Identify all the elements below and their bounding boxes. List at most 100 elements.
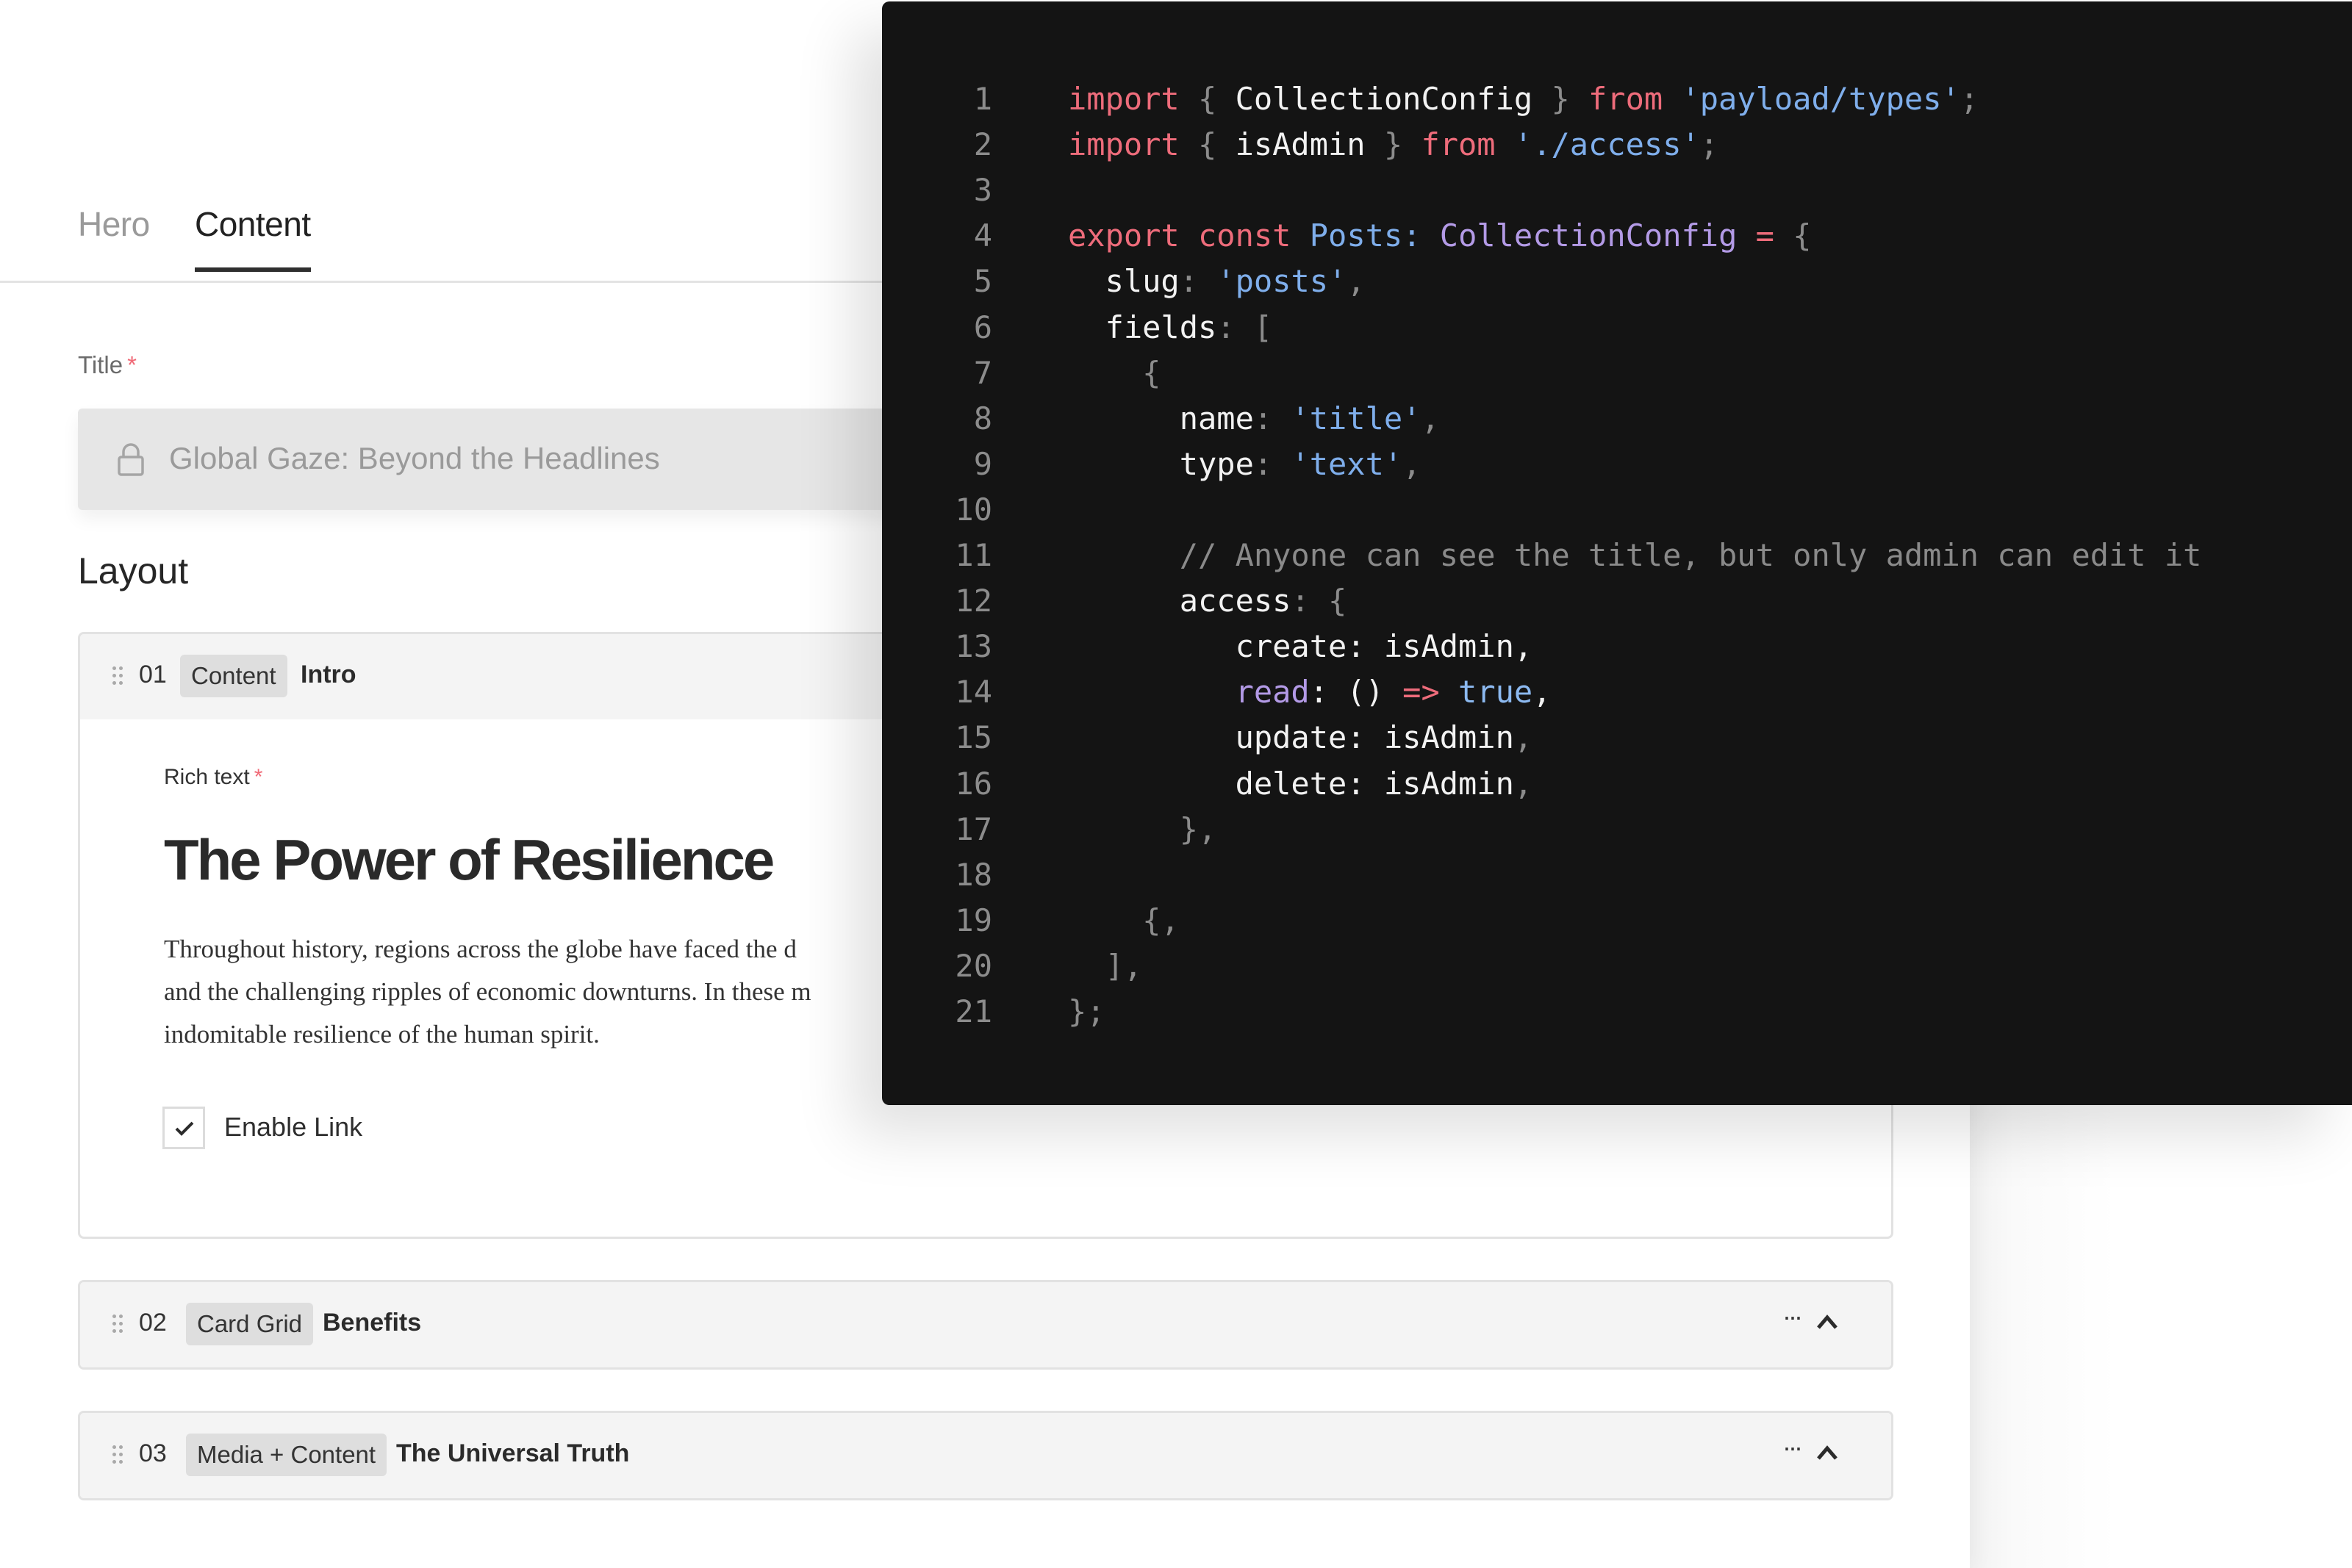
code-text: { bbox=[1068, 350, 1161, 396]
drag-handle-icon[interactable] bbox=[112, 1315, 123, 1334]
line-number: 2 bbox=[973, 126, 992, 163]
line-number: 1 bbox=[973, 81, 992, 117]
code-text: ], bbox=[1068, 943, 1143, 989]
code-token: , bbox=[1532, 674, 1552, 711]
code-token: }, bbox=[1068, 810, 1217, 847]
code-token: import bbox=[1068, 81, 1180, 117]
code-token: ; bbox=[1699, 126, 1719, 163]
layout-heading: Layout bbox=[78, 550, 189, 591]
required-mark: * bbox=[127, 351, 137, 378]
code-token: read bbox=[1235, 674, 1310, 711]
code-token: fields bbox=[1105, 309, 1217, 345]
block-title: Intro bbox=[301, 661, 356, 688]
line-number: 16 bbox=[955, 765, 992, 802]
code-token: , bbox=[1421, 400, 1440, 436]
code-token: access bbox=[1179, 583, 1291, 619]
code-token: true bbox=[1458, 674, 1533, 711]
code-token: from bbox=[1588, 81, 1663, 117]
tab-content[interactable]: Content bbox=[195, 204, 311, 272]
code-token: : bbox=[1402, 217, 1421, 254]
line-number: 20 bbox=[955, 947, 992, 984]
code-token: {, bbox=[1068, 902, 1180, 938]
enable-link-checkbox[interactable] bbox=[162, 1107, 205, 1149]
code-token: const bbox=[1198, 217, 1291, 254]
chevron-up-icon[interactable] bbox=[1816, 1313, 1838, 1331]
code-token: 'text' bbox=[1291, 445, 1403, 482]
code-token: }; bbox=[1068, 993, 1105, 1029]
more-options-button[interactable]: ··· bbox=[1782, 1432, 1803, 1463]
code-token: 'posts' bbox=[1216, 263, 1347, 300]
checkmark-icon bbox=[175, 1121, 194, 1136]
code-token: create: isAdmin, bbox=[1235, 628, 1533, 665]
code-token: } bbox=[1365, 126, 1421, 163]
code-token: { bbox=[1179, 81, 1236, 117]
line-number: 6 bbox=[973, 309, 992, 345]
code-token: Posts bbox=[1309, 217, 1403, 254]
code-text: import { isAdmin } from './access'; bbox=[1068, 122, 1718, 168]
line-number: 21 bbox=[955, 993, 992, 1029]
code-token: } bbox=[1532, 81, 1589, 117]
code-text: // Anyone can see the title, but only ad… bbox=[1068, 533, 2202, 578]
more-options-button[interactable]: ··· bbox=[1782, 1301, 1803, 1332]
block-number: 01 bbox=[139, 661, 167, 688]
code-token: = bbox=[1755, 217, 1774, 254]
code-token: CollectionConfig bbox=[1235, 81, 1533, 117]
tab-hero[interactable]: Hero bbox=[78, 204, 150, 269]
enable-link-label[interactable]: Enable Link bbox=[224, 1112, 362, 1143]
code-token: delete: isAdmin bbox=[1235, 765, 1514, 802]
line-number: 5 bbox=[973, 263, 992, 300]
code-token: , bbox=[1513, 719, 1533, 756]
code-token: : bbox=[1179, 263, 1217, 300]
code-token: { bbox=[1774, 217, 1812, 254]
title-label-text: Title bbox=[78, 351, 123, 378]
drag-handle-icon[interactable] bbox=[112, 666, 123, 686]
code-text: create: isAdmin, bbox=[1068, 624, 1533, 669]
code-token: : () bbox=[1309, 674, 1403, 711]
line-number: 13 bbox=[955, 628, 992, 665]
drag-handle-icon[interactable] bbox=[112, 1445, 123, 1464]
chevron-up-icon[interactable] bbox=[1816, 1444, 1838, 1461]
code-text: {, bbox=[1068, 898, 1180, 943]
code-token: , bbox=[1402, 445, 1421, 482]
code-token: , bbox=[1513, 765, 1533, 802]
code-token: ], bbox=[1068, 947, 1143, 984]
block-title: The Universal Truth bbox=[396, 1439, 630, 1467]
code-token: // Anyone can see the title, but only ad… bbox=[1068, 537, 2202, 573]
block-header[interactable]: 02 Card Grid Benefits ··· bbox=[80, 1282, 1891, 1367]
code-token: type bbox=[1179, 445, 1254, 482]
code-text: read: () => true, bbox=[1068, 669, 1552, 715]
code-text: access: { bbox=[1068, 578, 1347, 624]
code-text: }, bbox=[1068, 807, 1217, 852]
code-token: name bbox=[1179, 400, 1254, 436]
line-number: 19 bbox=[955, 902, 992, 938]
line-number: 12 bbox=[955, 583, 992, 619]
layout-block: 02 Card Grid Benefits ··· bbox=[78, 1280, 1893, 1370]
rich-text-label-text: Rich text bbox=[164, 765, 250, 789]
block-title: Benefits bbox=[323, 1309, 422, 1337]
rich-text-heading[interactable]: The Power of Resilience bbox=[164, 827, 775, 893]
line-number: 15 bbox=[955, 719, 992, 756]
code-token: : bbox=[1253, 400, 1291, 436]
code-text: delete: isAdmin, bbox=[1068, 761, 1533, 807]
line-number: 4 bbox=[973, 217, 992, 254]
block-number: 03 bbox=[139, 1439, 167, 1467]
code-text: fields: [ bbox=[1068, 305, 1273, 350]
title-value: Global Gaze: Beyond the Headlines bbox=[169, 441, 660, 475]
code-text: type: 'text', bbox=[1068, 442, 1421, 487]
code-token: slug bbox=[1105, 263, 1180, 300]
code-token: CollectionConfig bbox=[1439, 217, 1738, 254]
code-text: name: 'title', bbox=[1068, 396, 1440, 442]
code-text: update: isAdmin, bbox=[1068, 715, 1533, 760]
line-number: 7 bbox=[973, 354, 992, 391]
line-number: 14 bbox=[955, 674, 992, 711]
block-header[interactable]: 03 Media + Content The Universal Truth ·… bbox=[80, 1413, 1891, 1498]
